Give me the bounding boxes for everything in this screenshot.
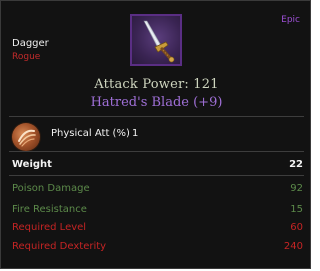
item-type: Dagger <box>12 38 49 49</box>
bonus-label: Fire Resistance <box>12 204 87 215</box>
bonus-row: Poison Damage 92 <box>12 183 303 197</box>
divider <box>9 116 304 117</box>
attack-power: Attack Power: 121 <box>94 77 219 92</box>
requirement-row: Required Dexterity 240 <box>12 241 303 255</box>
slash-orb-icon <box>12 123 40 151</box>
bonus-label: Poison Damage <box>12 183 90 194</box>
requirement-label: Required Dexterity <box>12 241 107 252</box>
divider <box>9 151 304 152</box>
item-name: Hatred's Blade (+9) <box>90 95 223 110</box>
item-class: Rogue <box>12 52 41 62</box>
weight-label: Weight <box>12 159 52 170</box>
divider <box>9 175 304 176</box>
item-rarity: Epic <box>281 15 300 25</box>
weight-row: Weight 22 <box>12 159 303 173</box>
bonus-value: 15 <box>290 204 303 215</box>
requirement-label: Required Level <box>12 222 87 233</box>
requirement-value: 240 <box>283 241 303 252</box>
stat-label: Physical Att (%) <box>51 128 130 139</box>
item-tooltip: Dagger Rogue Epic Attack Power: 121 Hatr… <box>0 0 311 269</box>
stat-value: 1 <box>132 128 139 139</box>
dagger-icon <box>130 14 182 66</box>
bonus-row: Fire Resistance 15 <box>12 204 303 218</box>
weight-value: 22 <box>289 159 303 170</box>
requirement-value: 60 <box>290 222 303 233</box>
bonus-value: 92 <box>290 183 303 194</box>
requirement-row: Required Level 60 <box>12 222 303 236</box>
